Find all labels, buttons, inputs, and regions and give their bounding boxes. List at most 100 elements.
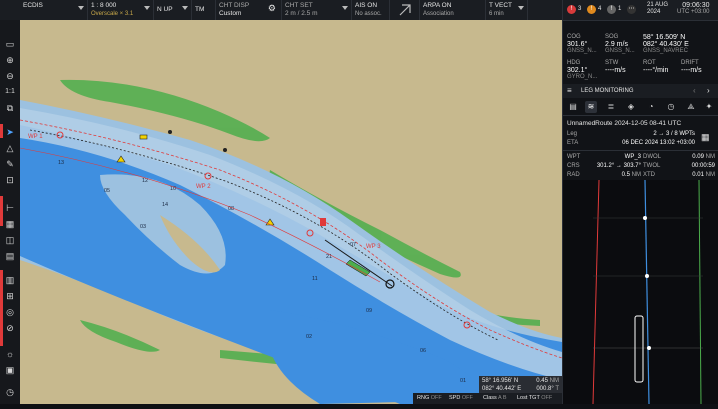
chart-display-button[interactable]: CHT DISP Custom ⚙ [216,0,282,20]
connections-icon[interactable]: ⟁ [685,101,697,113]
right-panel: ! 3 ! 4 ! 1 ⋯ 21 AUG 2024 09:06:30 UTC +03:00… [562,0,718,405]
grid-icon[interactable]: ⊞ [3,290,17,302]
chart-book-icon[interactable]: ⧉ [3,102,17,114]
camera-icon[interactable]: ▣ [3,364,17,376]
sensor-panel: COG 301.6° GNSS_N... SOG 2.9 m/s GNSS_N... 5… [563,32,718,84]
nautical-chart[interactable]: WP 1 WP 2 WP 3 13 12 10 05 03 14 08 11 0… [20,20,562,404]
document-icon[interactable]: ▤ [3,250,17,262]
overscale-indicator: Overscale × 3.1 [91,11,134,17]
chevron-down-icon [182,6,188,10]
crs-label: CRS [567,163,580,169]
own-ship-marker[interactable] [320,218,326,226]
overlay-icon[interactable]: ◎ [3,306,17,318]
xtd-graph [563,179,718,405]
alarm-orange[interactable]: ! 4 [587,4,601,15]
note-icon[interactable]: ⊡ [3,174,17,186]
settings-icon[interactable]: ✦ [703,101,715,113]
svg-text:02: 02 [306,334,312,340]
layers-icon[interactable]: ▭ [3,38,17,50]
brightness-icon[interactable]: ☼ [3,348,17,360]
hdg-readout: HDG 302.1° GYRO_N... [567,60,598,80]
rng-toggle[interactable]: RNG OFF [417,393,442,404]
zoom-in-icon[interactable]: ⊕ [3,54,17,66]
map-icon[interactable]: ▦ [3,218,17,230]
chevron-right-icon[interactable]: › [707,84,710,98]
top-toolbar: ECDIS 1 : 8 000 Overscale × 3.1 N UP TM … [0,0,562,21]
buoy-icon[interactable] [139,134,148,140]
ais-button[interactable]: AIS ON No assoc. [352,0,390,20]
measure-icon[interactable]: △ [3,142,17,154]
alarm-red[interactable]: ! 3 [567,4,581,15]
layers-icon[interactable]: ◈ [625,101,637,113]
rad-value: 0.5 NM [621,172,641,178]
alarm-bar: ! 3 ! 4 ! 1 ⋯ 21 AUG 2024 09:06:30 UTC +03:00 [563,0,718,21]
time-display: 09:06:30 UTC +03:00 [677,2,710,15]
clock-icon[interactable]: ◷ [3,386,17,398]
chevron-down-icon [342,6,348,10]
rot-readout: ROT ----°/min [643,60,669,74]
one-to-one-icon[interactable]: 1:1 [3,86,17,98]
target-icon[interactable]: ◫ [3,234,17,246]
cursor-lat: 58° 16.956' N [482,378,519,384]
panel-tabs: ▤ ≋ ≣ ◈ ◔ ◷ ⟁ ✦ [563,99,718,116]
twol-label: TWOL [643,163,661,169]
svg-text:21: 21 [326,254,332,260]
class-toggle[interactable]: Class A B [483,393,507,404]
lost-target-toggle[interactable]: Lost TGT OFF [517,393,552,404]
svg-text:11: 11 [312,276,318,282]
buoy-icon[interactable] [223,148,227,152]
leg-monitoring-header: ≡ LEG MONITORING ‹ › [563,84,718,98]
svg-text:06: 06 [420,348,426,354]
panel-title: LEG MONITORING [581,88,634,94]
true-vector-button[interactable]: T VECT 6 min [486,0,528,20]
menu-icon[interactable]: ≡ [567,84,572,98]
cursor-position-box: 58° 16.956' N 0.45 NM 082° 40.442' E 000… [479,376,562,393]
divider [563,150,718,151]
orientation-button[interactable]: N UP [154,0,192,20]
chart-settings-button[interactable]: CHT SET 2 m / 2.5 m [282,0,352,20]
status-icons[interactable]: ⋯ [627,4,638,15]
chevron-left-icon[interactable]: ‹ [693,84,696,98]
calendar-icon[interactable]: ▦ [701,132,710,143]
ais-filter-button[interactable] [390,0,420,20]
arpa-button[interactable]: ARPA ON Association [420,0,486,20]
motion-button[interactable]: TM [192,0,216,20]
waypoint-dot [647,346,651,350]
eta-value: 06 DEC 2024 13:02 +03:00 [622,140,695,146]
position-readout: 58° 16.509' N 082° 40.430' E GNSS_NAVREC [643,34,689,54]
xtd-label: XTD [643,172,655,178]
clock-icon[interactable]: ◷ [665,101,677,113]
chevron-down-icon [78,6,84,10]
alert-zone-icon[interactable]: ⊘ [3,322,17,334]
route-list-icon[interactable]: ▤ [567,101,579,113]
stacked-icon[interactable]: ≣ [605,101,617,113]
chart-settings-value: 2 m / 2.5 m [285,10,318,17]
eta-label: ETA [567,140,579,146]
buoy-icon[interactable] [168,130,172,134]
chart-canvas[interactable]: WP 1 WP 2 WP 3 13 12 10 05 03 14 08 11 0… [20,20,562,404]
ruler-icon[interactable]: ▥ [3,274,17,286]
compass-icon[interactable]: ◔ [645,101,657,113]
svg-text:13: 13 [58,160,64,166]
waypoint-label-3: WP 3 [366,244,381,250]
bottom-status-bar: RNG OFF SPD OFF Class A B Lost TGT OFF [413,393,562,404]
cursor-icon[interactable]: ➤ [3,126,17,138]
caution-icon: ! [607,5,616,14]
own-ship-outline [634,315,644,383]
alarm-white[interactable]: ! 1 [607,4,621,15]
zoom-out-icon[interactable]: ⊖ [3,70,17,82]
ais-label: AIS ON [355,2,378,9]
arpa-label: ARPA ON [423,2,452,9]
warning-icon: ! [587,5,596,14]
spd-toggle[interactable]: SPD OFF [449,393,473,404]
scale-value: 1 : 8 000 [91,2,117,9]
app-selector[interactable]: ECDIS [20,0,88,20]
bearing-icon[interactable]: ⊢ [3,202,17,214]
leg-monitoring-icon[interactable]: ≋ [585,101,597,113]
ais-status: No assoc. [355,11,382,17]
scale-selector[interactable]: 1 : 8 000 Overscale × 3.1 [88,0,154,20]
leg-value: 2 → 3 / 8 WPTs [653,131,695,137]
chevron-down-icon [518,6,524,10]
xtd-graph-canvas [592,179,703,405]
route-edit-icon[interactable]: ✎ [3,158,17,170]
